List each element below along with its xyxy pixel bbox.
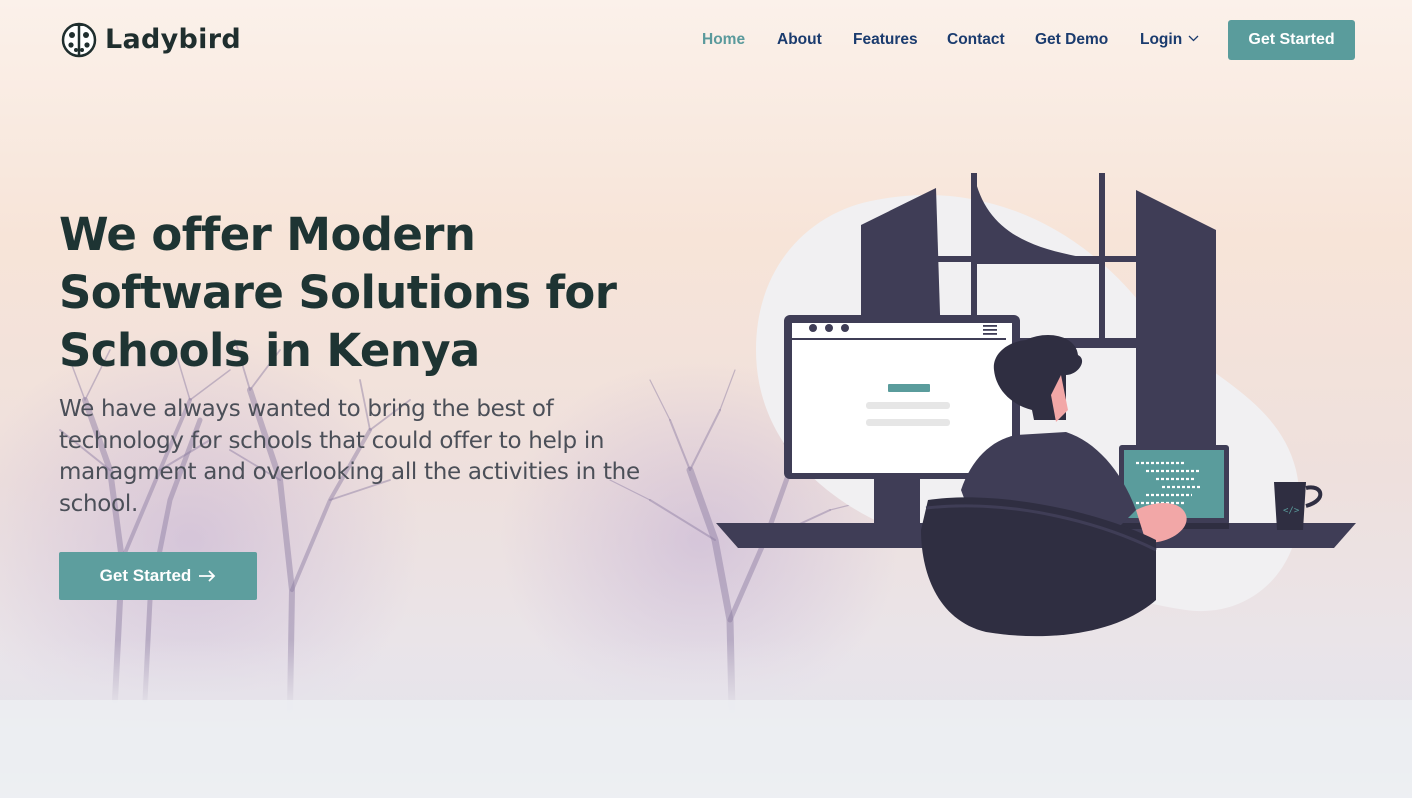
svg-text:</>: </>: [1283, 506, 1300, 516]
nav-login-label: Login: [1140, 31, 1183, 48]
arrow-right-icon: [199, 570, 216, 582]
main-nav: Home About Features Contact Get Demo Log…: [0, 29, 1412, 51]
hero-button-label: Get Started: [99, 566, 192, 585]
nav-contact-link[interactable]: Contact: [947, 29, 1005, 51]
hero-title: We offer Modern Software Solutions for S…: [59, 208, 617, 377]
header-get-started-button[interactable]: Get Started: [1228, 20, 1355, 60]
hero-illustration: </>: [716, 173, 1356, 637]
nav-features-link[interactable]: Features: [853, 29, 918, 51]
chevron-down-icon: [1188, 35, 1199, 42]
hero-get-started-button[interactable]: Get Started: [59, 552, 257, 600]
site-header: Ladybird Home About Features Contact Get…: [0, 0, 1412, 80]
nav-get-demo-link[interactable]: Get Demo: [1035, 29, 1108, 51]
nav-login-dropdown[interactable]: Login: [1140, 29, 1199, 51]
nav-home-link[interactable]: Home: [702, 29, 745, 51]
hero-section: We offer Modern Software Solutions for S…: [59, 206, 699, 520]
hero-description: We have always wanted to bring the best …: [59, 396, 640, 517]
nav-about-link[interactable]: About: [777, 29, 822, 51]
